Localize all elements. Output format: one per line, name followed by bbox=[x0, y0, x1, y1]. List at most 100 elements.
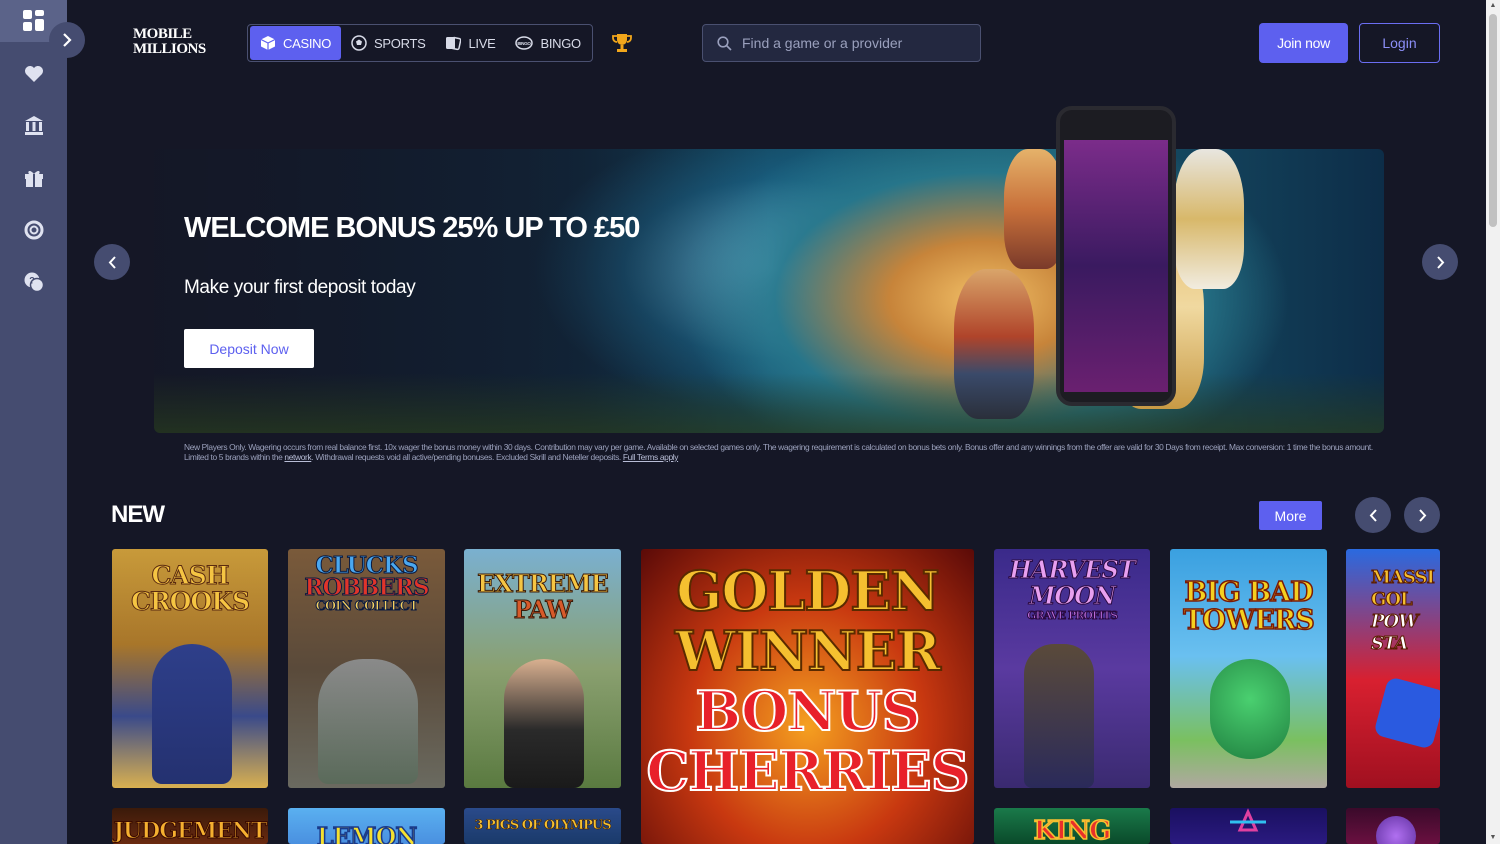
search-input[interactable] bbox=[742, 35, 962, 51]
game-title-line: HARVEST bbox=[1009, 555, 1137, 584]
game-title: EXTREME PAW bbox=[464, 569, 621, 624]
game-tile-star[interactable] bbox=[1170, 808, 1327, 844]
game-tile-lemon[interactable]: LEMON bbox=[288, 808, 445, 844]
game-tile-golden-winner[interactable]: GOLDEN WINNER BONUS CHERRIES bbox=[641, 549, 974, 844]
game-title-line: POW bbox=[1371, 611, 1419, 633]
game-tile-3-pigs[interactable]: 3 PIGS OF OLYMPUS bbox=[464, 808, 621, 844]
scroll-up-arrow[interactable]: ▲ bbox=[1489, 2, 1497, 10]
tab-bingo[interactable]: BINGO BINGO bbox=[505, 26, 590, 60]
banner-next-button[interactable] bbox=[1422, 244, 1458, 280]
hero-phone-graphic bbox=[1056, 106, 1176, 406]
cards-icon bbox=[446, 36, 462, 51]
game-title-line: WINNER bbox=[674, 619, 942, 683]
page-scrollbar[interactable]: ▲ ▼ bbox=[1486, 0, 1500, 844]
tab-live-label: LIVE bbox=[468, 35, 496, 51]
tab-sports[interactable]: SPORTS bbox=[341, 26, 435, 60]
sidebar-expand-button[interactable] bbox=[49, 22, 85, 58]
tab-casino-label: CASINO bbox=[283, 35, 332, 51]
game-title-line: STA bbox=[1371, 633, 1409, 655]
game-title: LEMON bbox=[316, 821, 418, 844]
game-title-line: CASH bbox=[151, 561, 230, 590]
game-title-line: COIN COLLECT bbox=[315, 599, 419, 615]
game-title: JUDGEMENT bbox=[113, 818, 268, 844]
games-prev-button[interactable] bbox=[1355, 497, 1391, 533]
trophy-icon bbox=[612, 34, 632, 52]
grid-icon bbox=[22, 10, 44, 31]
game-title: BIG BAD TOWERS bbox=[1170, 577, 1327, 636]
terms-text-2: . Withdrawal requests void all active/pe… bbox=[311, 452, 623, 462]
full-terms-link[interactable]: Full Terms apply bbox=[623, 452, 679, 462]
game-tile-extreme-paw[interactable]: EXTREME PAW bbox=[464, 549, 621, 788]
product-tabs: CASINO SPORTS LIVE BINGO BINGO bbox=[247, 24, 593, 62]
game-character bbox=[1024, 644, 1094, 788]
game-title: CASH CROOKS bbox=[112, 561, 268, 616]
star-icon bbox=[1230, 808, 1266, 832]
game-tile-massive-gold[interactable]: MASSI GOL POW STA bbox=[1346, 549, 1440, 788]
hero-title: WELCOME BONUS 25% UP TO £50 bbox=[184, 212, 640, 244]
game-title-line: TOWERS bbox=[1183, 605, 1316, 636]
game-title: CLUCKS ROBBERS COIN COLLECT bbox=[288, 554, 445, 615]
join-now-button[interactable]: Join now bbox=[1259, 23, 1348, 63]
hero-character-warrior bbox=[1004, 149, 1064, 269]
chevron-right-icon bbox=[1418, 508, 1426, 522]
game-tile-judgement[interactable]: JUDGEMENT bbox=[112, 808, 268, 844]
game-title: KING bbox=[1033, 815, 1112, 844]
tab-sports-label: SPORTS bbox=[374, 35, 426, 51]
more-button[interactable]: More bbox=[1259, 501, 1322, 530]
game-tile-big-bad-towers[interactable]: BIG BAD TOWERS bbox=[1170, 549, 1327, 788]
chevron-left-icon bbox=[108, 255, 116, 269]
scroll-down-arrow[interactable]: ▼ bbox=[1489, 834, 1497, 842]
game-character bbox=[318, 659, 418, 784]
sidebar-item-promotions[interactable] bbox=[22, 166, 46, 190]
game-title-line: CROOKS bbox=[130, 587, 250, 616]
game-character bbox=[504, 659, 584, 788]
sidebar-item-help[interactable]: ? bbox=[22, 270, 46, 294]
sidebar-item-favourites[interactable] bbox=[22, 62, 46, 86]
banner-prev-button[interactable] bbox=[94, 244, 130, 280]
game-character bbox=[1210, 659, 1290, 759]
login-button[interactable]: Login bbox=[1359, 23, 1440, 63]
game-title-line: BIG BAD bbox=[1184, 577, 1315, 608]
game-title-line: MOON bbox=[1028, 581, 1116, 610]
game-title-line: EXTREME bbox=[477, 569, 610, 598]
logo-line-2: MILLIONS bbox=[133, 41, 206, 57]
games-next-button[interactable] bbox=[1404, 497, 1440, 533]
game-tile-king[interactable]: KING bbox=[994, 808, 1150, 844]
dice-icon bbox=[1373, 676, 1440, 750]
game-character bbox=[152, 644, 232, 784]
sidebar-item-bank[interactable] bbox=[22, 113, 46, 137]
game-tile-partial[interactable] bbox=[1346, 808, 1440, 844]
tab-bingo-label: BINGO bbox=[540, 35, 581, 51]
deposit-now-button[interactable]: Deposit Now bbox=[184, 329, 314, 368]
chevron-right-icon bbox=[63, 33, 72, 47]
sidebar: ? bbox=[0, 0, 67, 844]
help-chat-icon: ? bbox=[24, 272, 45, 293]
chevron-left-icon bbox=[1369, 508, 1377, 522]
network-link[interactable]: network bbox=[284, 452, 311, 462]
tab-live[interactable]: LIVE bbox=[435, 26, 505, 60]
sidebar-item-support[interactable] bbox=[22, 218, 46, 242]
tournaments-button[interactable] bbox=[611, 32, 633, 54]
hero-subtitle: Make your first deposit today bbox=[184, 277, 416, 298]
chevron-right-icon bbox=[1436, 255, 1444, 269]
game-tile-harvest-moon[interactable]: HARVEST MOON GRAVE PROFITS bbox=[994, 549, 1150, 788]
game-title-line: MASSI bbox=[1371, 567, 1436, 589]
phone-screen bbox=[1064, 140, 1168, 392]
game-tile-cash-crooks[interactable]: CASH CROOKS bbox=[112, 549, 268, 788]
game-title-line: GOL bbox=[1371, 589, 1414, 611]
game-title: 3 PIGS OF OLYMPUS bbox=[474, 818, 612, 834]
game-title-line: GRAVE PROFITS bbox=[1026, 609, 1118, 623]
site-logo[interactable]: MOBILE MILLIONS bbox=[133, 27, 206, 61]
game-title: MASSI GOL POW STA bbox=[1371, 567, 1440, 655]
search-box[interactable] bbox=[702, 24, 981, 62]
tab-casino[interactable]: CASINO bbox=[250, 26, 342, 60]
scroll-thumb[interactable] bbox=[1489, 14, 1497, 227]
lifebuoy-icon bbox=[24, 220, 44, 240]
search-icon bbox=[717, 35, 732, 51]
game-title: GOLDEN WINNER BONUS CHERRIES bbox=[641, 560, 974, 802]
game-title-line: PAW bbox=[513, 595, 573, 624]
game-tile-clucks-robbers[interactable]: CLUCKS ROBBERS COIN COLLECT bbox=[288, 549, 445, 788]
game-title: HARVEST MOON GRAVE PROFITS bbox=[994, 555, 1150, 623]
soccer-ball-icon bbox=[351, 35, 367, 51]
bingo-ball-icon: BINGO bbox=[515, 36, 534, 50]
